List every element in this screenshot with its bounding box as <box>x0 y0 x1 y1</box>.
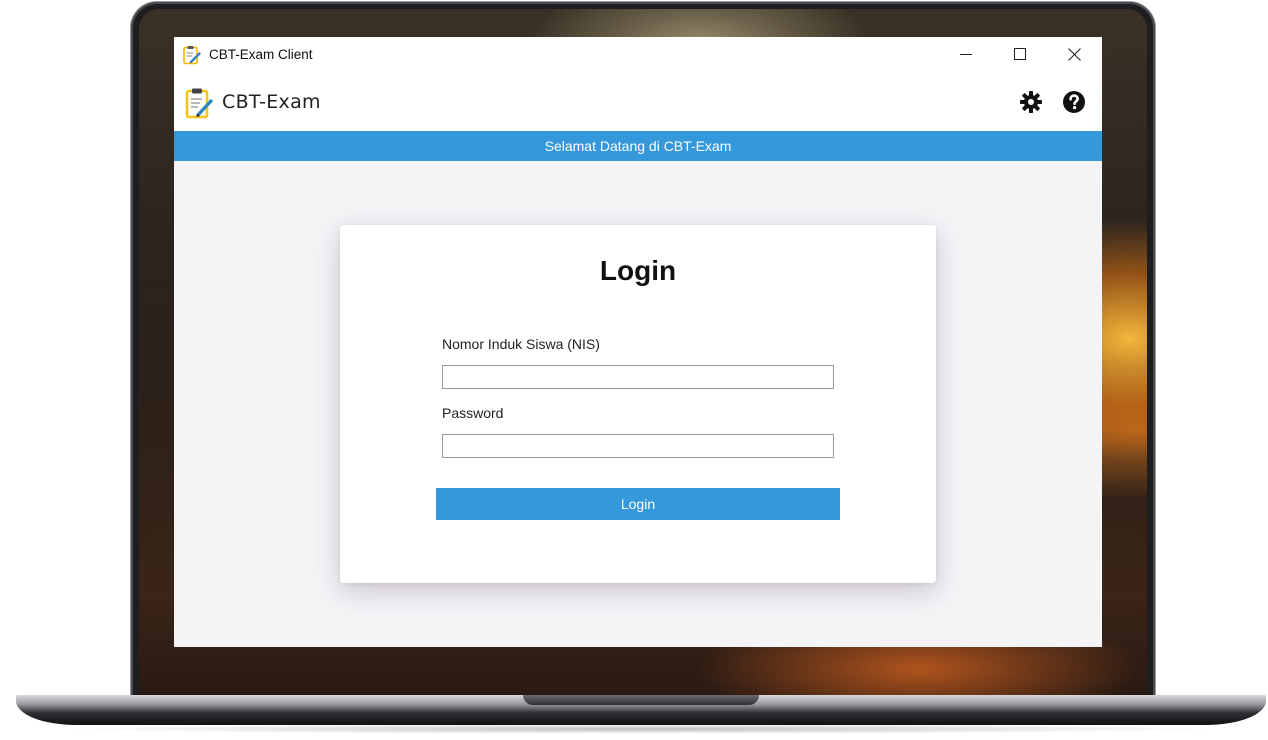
app-name: CBT-Exam <box>222 91 321 113</box>
password-input[interactable] <box>442 434 834 458</box>
password-label: Password <box>442 405 504 421</box>
gear-icon[interactable] <box>1019 90 1043 114</box>
title-bar[interactable]: CBT-Exam Client <box>174 37 1102 73</box>
minimize-button[interactable] <box>939 37 993 71</box>
maximize-button[interactable] <box>993 37 1047 71</box>
login-heading: Login <box>599 255 677 286</box>
nis-label: Nomor Induk Siswa (NIS) <box>442 336 600 352</box>
window-title: CBT-Exam Client <box>209 47 313 62</box>
close-button[interactable] <box>1047 37 1101 71</box>
app-header: CBT-Exam <box>174 73 1102 131</box>
nis-input[interactable] <box>442 365 834 389</box>
close-icon <box>1067 47 1081 61</box>
app-window: CBT-Exam Client CBT-Exam Selamat Datang … <box>174 37 1102 647</box>
clipboard-pencil-icon <box>183 46 201 65</box>
minimize-icon <box>960 54 972 55</box>
login-button[interactable]: Login <box>436 488 840 520</box>
login-card: Login Nomor Induk Siswa (NIS) Password L… <box>340 225 936 583</box>
clipboard-pencil-icon <box>185 88 213 119</box>
laptop-notch <box>523 695 759 705</box>
maximize-icon <box>1014 48 1026 60</box>
help-icon[interactable] <box>1062 90 1086 114</box>
welcome-banner: Selamat Datang di CBT-Exam <box>174 131 1102 161</box>
